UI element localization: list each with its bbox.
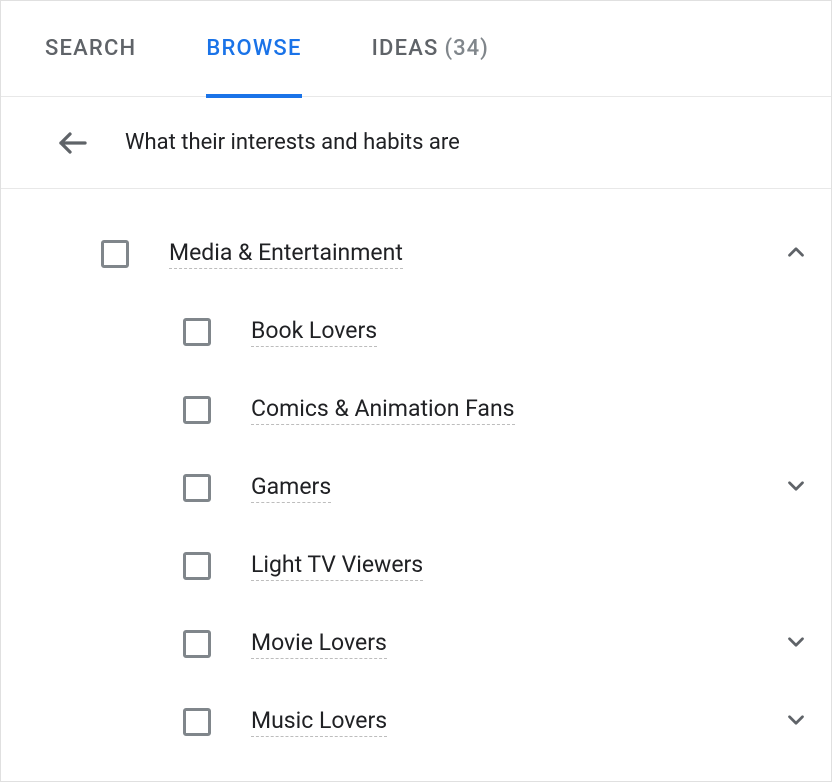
expand-toggle[interactable] bbox=[761, 629, 831, 659]
category-label: Book Lovers bbox=[251, 317, 377, 347]
category-list: Media & Entertainment Book Lovers Comics… bbox=[1, 189, 831, 781]
expand-toggle[interactable] bbox=[761, 473, 831, 503]
checkbox-gamers[interactable] bbox=[183, 474, 211, 502]
category-label: Media & Entertainment bbox=[169, 239, 403, 269]
tab-ideas-label: IDEAS bbox=[372, 36, 439, 61]
checkbox-book-lovers[interactable] bbox=[183, 318, 211, 346]
category-row-light-tv-viewers: Light TV Viewers bbox=[1, 527, 831, 605]
breadcrumb-title: What their interests and habits are bbox=[125, 130, 460, 155]
category-row-gamers: Gamers bbox=[1, 449, 831, 527]
checkbox-movie-lovers[interactable] bbox=[183, 630, 211, 658]
category-row-music-lovers: Music Lovers bbox=[1, 683, 831, 761]
collapse-toggle[interactable] bbox=[761, 239, 831, 269]
chevron-up-icon bbox=[783, 239, 809, 269]
checkbox-comics-animation-fans[interactable] bbox=[183, 396, 211, 424]
category-row-media-entertainment: Media & Entertainment bbox=[1, 215, 831, 293]
tab-search[interactable]: SEARCH bbox=[45, 1, 136, 97]
category-row-movie-lovers: Movie Lovers bbox=[1, 605, 831, 683]
category-label: Light TV Viewers bbox=[251, 551, 423, 581]
back-arrow-icon[interactable] bbox=[55, 125, 91, 161]
breadcrumb: What their interests and habits are bbox=[1, 97, 831, 189]
category-label: Gamers bbox=[251, 473, 331, 503]
checkbox-light-tv-viewers[interactable] bbox=[183, 552, 211, 580]
chevron-down-icon bbox=[783, 707, 809, 737]
category-label: Movie Lovers bbox=[251, 629, 387, 659]
expand-toggle[interactable] bbox=[761, 707, 831, 737]
chevron-down-icon bbox=[783, 629, 809, 659]
checkbox-music-lovers[interactable] bbox=[183, 708, 211, 736]
tab-ideas-count: (34) bbox=[445, 36, 489, 61]
category-label: Comics & Animation Fans bbox=[251, 395, 515, 425]
category-row-comics-animation-fans: Comics & Animation Fans bbox=[1, 371, 831, 449]
tab-ideas[interactable]: IDEAS (34) bbox=[372, 1, 489, 97]
chevron-down-icon bbox=[783, 473, 809, 503]
tab-browse[interactable]: BROWSE bbox=[206, 1, 301, 97]
category-row-book-lovers: Book Lovers bbox=[1, 293, 831, 371]
tab-bar: SEARCH BROWSE IDEAS (34) bbox=[1, 1, 831, 97]
audience-picker-panel: SEARCH BROWSE IDEAS (34) What their inte… bbox=[0, 0, 832, 782]
checkbox-media-entertainment[interactable] bbox=[101, 240, 129, 268]
category-label: Music Lovers bbox=[251, 707, 387, 737]
